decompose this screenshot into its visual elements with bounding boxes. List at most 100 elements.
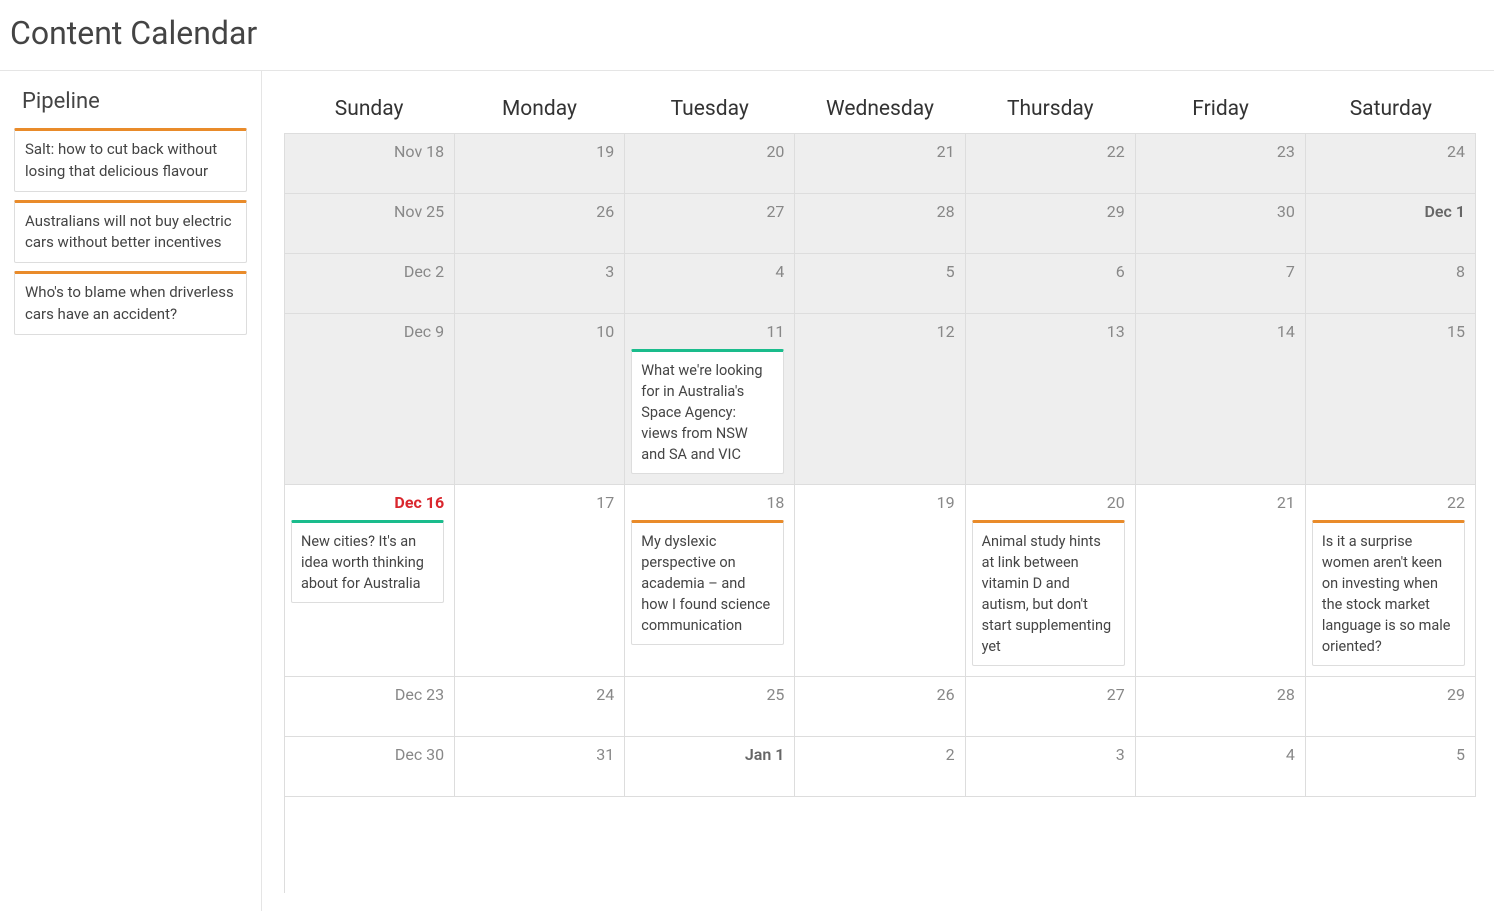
day-number: Dec 30 (291, 743, 444, 768)
sidebar-heading: Pipeline (10, 89, 251, 128)
day-number: 24 (461, 683, 614, 708)
day-cell[interactable]: 22 (966, 134, 1136, 194)
day-cell[interactable]: Dec 9 (285, 314, 455, 485)
day-number: 6 (972, 260, 1125, 285)
day-cell[interactable]: 10 (455, 314, 625, 485)
day-cell[interactable]: 23 (1136, 134, 1306, 194)
week-row: Dec 910 11 What we're looking for in Austr… (285, 314, 1476, 485)
weekday-header: Tuesday (625, 93, 795, 133)
day-number: 3 (461, 260, 614, 285)
page-header: Content Calendar (0, 0, 1494, 71)
day-cell[interactable]: 7 (1136, 254, 1306, 314)
day-number: 23 (1142, 140, 1295, 165)
day-cell[interactable]: 28 (795, 194, 965, 254)
day-cell[interactable]: Nov 25 (285, 194, 455, 254)
day-cell[interactable]: 30 (1136, 194, 1306, 254)
day-cell[interactable]: 29 (1306, 677, 1476, 737)
pipeline-item[interactable]: Who's to blame when driverless cars have… (14, 271, 247, 335)
day-cell[interactable]: 31 (455, 737, 625, 797)
day-cell[interactable]: Dec 23 (285, 677, 455, 737)
pipeline-item[interactable]: Salt: how to cut back without losing tha… (14, 128, 247, 192)
day-cell[interactable]: Jan 1 (625, 737, 795, 797)
day-number: 17 (461, 491, 614, 516)
day-number: 5 (801, 260, 954, 285)
day-number: 10 (461, 320, 614, 345)
day-cell[interactable]: 28 (1136, 677, 1306, 737)
day-number: 13 (972, 320, 1125, 345)
day-cell[interactable]: 20 (625, 134, 795, 194)
day-number: 11 (631, 320, 784, 345)
day-cell[interactable]: 4 (625, 254, 795, 314)
weekday-header: Monday (454, 93, 624, 133)
day-number: Dec 23 (291, 683, 444, 708)
day-cell[interactable]: Nov 18 (285, 134, 455, 194)
day-cell[interactable]: 19 (795, 485, 965, 677)
day-cell[interactable]: 26 (795, 677, 965, 737)
pipeline-list: Salt: how to cut back without losing tha… (10, 128, 251, 335)
day-cell[interactable]: 8 (1306, 254, 1476, 314)
day-number: 21 (801, 140, 954, 165)
day-number: 26 (801, 683, 954, 708)
day-cell[interactable]: 4 (1136, 737, 1306, 797)
day-cell[interactable]: Dec 2 (285, 254, 455, 314)
day-cell[interactable]: 5 (1306, 737, 1476, 797)
day-cell[interactable]: Dec 30 (285, 737, 455, 797)
day-cell[interactable]: 19 (455, 134, 625, 194)
day-number: Nov 18 (291, 140, 444, 165)
day-number: 4 (631, 260, 784, 285)
calendar: SundayMondayTuesdayWednesdayThursdayFrid… (262, 71, 1494, 911)
day-cell[interactable]: 26 (455, 194, 625, 254)
week-row: Dec 23 24 25 26 2728 29 (285, 677, 1476, 737)
day-cell[interactable]: 18My dyslexic perspective on academia – … (625, 485, 795, 677)
day-cell[interactable]: Dec 16New cities? It's an idea worth thi… (285, 485, 455, 677)
day-number: 5 (1312, 743, 1465, 768)
day-number: 28 (801, 200, 954, 225)
day-number: 28 (1142, 683, 1295, 708)
day-number: 22 (972, 140, 1125, 165)
day-cell[interactable]: 11 What we're looking for in Australia's … (625, 314, 795, 485)
day-cell[interactable]: 27 (625, 194, 795, 254)
day-number: 24 (1312, 140, 1465, 165)
event-card[interactable]: Animal study hints at link between vitam… (972, 520, 1125, 666)
day-cell[interactable]: 6 (966, 254, 1136, 314)
event-card[interactable]: What we're looking for in Australia's Sp… (631, 349, 784, 474)
day-cell[interactable]: 13 (966, 314, 1136, 485)
day-cell[interactable]: 22 Is it a surprise women aren't keen on … (1306, 485, 1476, 677)
day-cell[interactable]: 24 (1306, 134, 1476, 194)
pipeline-item[interactable]: Australians will not buy electric cars w… (14, 200, 247, 264)
day-cell[interactable]: 2 (795, 737, 965, 797)
day-cell[interactable]: 5 (795, 254, 965, 314)
week-row: Dec 2 345678 (285, 254, 1476, 314)
day-number: 8 (1312, 260, 1465, 285)
day-cell[interactable]: 3 (966, 737, 1136, 797)
day-number: Dec 1 (1312, 200, 1465, 225)
week-row: Nov 25262728 2930Dec 1 (285, 194, 1476, 254)
event-card[interactable]: My dyslexic perspective on academia – an… (631, 520, 784, 645)
day-cell[interactable]: 12 (795, 314, 965, 485)
week-row: Nov 18 192021 22 23 24 (285, 134, 1476, 194)
day-number: Jan 1 (631, 743, 784, 768)
weekday-header: Wednesday (795, 93, 965, 133)
day-cell[interactable]: 14 (1136, 314, 1306, 485)
day-number: 25 (631, 683, 784, 708)
day-number: 7 (1142, 260, 1295, 285)
day-cell[interactable]: 17 (455, 485, 625, 677)
day-cell[interactable]: 25 (625, 677, 795, 737)
weekday-header-row: SundayMondayTuesdayWednesdayThursdayFrid… (284, 93, 1476, 133)
day-number: 3 (972, 743, 1125, 768)
calendar-grid[interactable]: Nov 18192021222324Nov 252627282930Dec 1D… (284, 133, 1476, 893)
day-cell[interactable]: 15 (1306, 314, 1476, 485)
event-card[interactable]: Is it a surprise women aren't keen on in… (1312, 520, 1465, 666)
day-cell[interactable]: 21 (1136, 485, 1306, 677)
day-cell[interactable]: 29 (966, 194, 1136, 254)
day-cell[interactable]: 27 (966, 677, 1136, 737)
day-number: 22 (1312, 491, 1465, 516)
page-title: Content Calendar (10, 14, 1484, 52)
day-cell[interactable]: 20Animal study hints at link between vit… (966, 485, 1136, 677)
day-number: Dec 2 (291, 260, 444, 285)
event-card[interactable]: New cities? It's an idea worth thinking … (291, 520, 444, 603)
day-cell[interactable]: 3 (455, 254, 625, 314)
day-cell[interactable]: 21 (795, 134, 965, 194)
day-cell[interactable]: Dec 1 (1306, 194, 1476, 254)
day-cell[interactable]: 24 (455, 677, 625, 737)
